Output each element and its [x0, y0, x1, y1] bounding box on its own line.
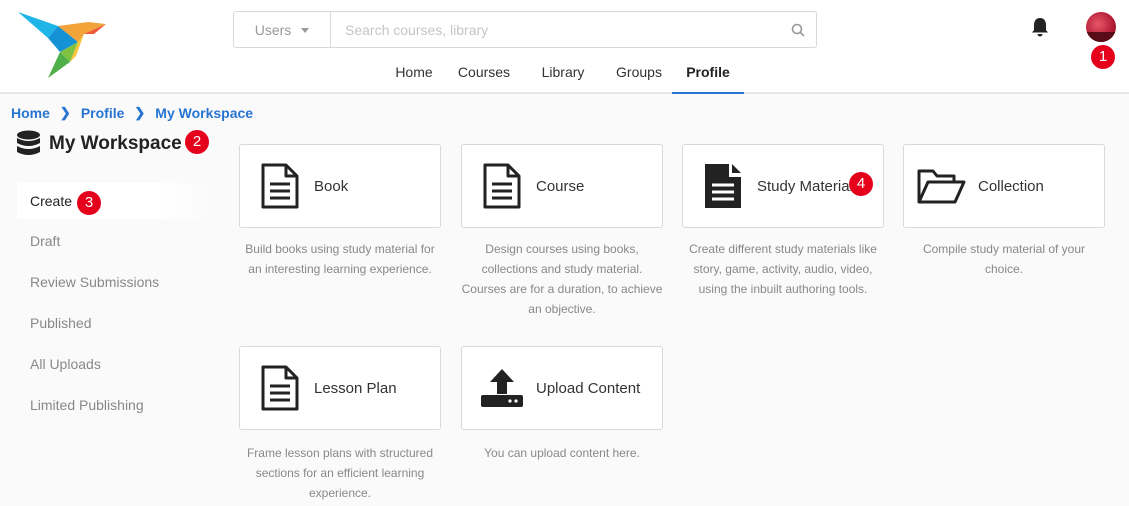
sidebar-item-all-uploads[interactable]: All Uploads	[17, 346, 215, 382]
folder-open-icon	[916, 162, 966, 210]
top-header: Users Home Courses Library Groups Profil…	[0, 0, 1129, 94]
card-course[interactable]: Course	[461, 144, 663, 228]
page-title: My Workspace	[49, 133, 182, 154]
sidebar-item-create[interactable]: Create	[17, 183, 215, 219]
card-description: Compile study material of your choice.	[922, 242, 1086, 276]
nav-library[interactable]: Library	[533, 52, 593, 94]
upload-icon	[480, 364, 524, 412]
card-description: Design courses using books, collections …	[461, 242, 663, 316]
card-collection[interactable]: Collection	[903, 144, 1105, 228]
card-lesson-plan[interactable]: Lesson Plan	[239, 346, 441, 430]
annotation-badge-1: 1	[1091, 45, 1115, 69]
bell-icon[interactable]	[1029, 16, 1051, 38]
nav-home[interactable]: Home	[386, 52, 442, 94]
document-filled-icon	[701, 162, 745, 210]
annotation-badge-4: 4	[849, 172, 873, 196]
nav-courses[interactable]: Courses	[452, 52, 516, 94]
card-description: Build books using study material for an …	[245, 242, 435, 276]
sidebar-item-limited-publishing[interactable]: Limited Publishing	[17, 387, 215, 423]
card-label: Lesson Plan	[314, 379, 397, 397]
search-bar: Users	[233, 11, 817, 48]
document-outline-icon	[258, 162, 302, 210]
card-description: You can upload content here.	[484, 446, 640, 460]
annotation-badge-3: 3	[77, 191, 101, 215]
document-outline-icon	[258, 364, 302, 412]
card-label: Study Material	[757, 177, 853, 195]
sidebar-item-review-submissions[interactable]: Review Submissions	[17, 264, 215, 300]
sidebar-item-draft[interactable]: Draft	[17, 223, 215, 259]
chevron-down-icon	[301, 28, 310, 33]
card-book[interactable]: Book	[239, 144, 441, 228]
card-label: Course	[536, 177, 585, 195]
annotation-badge-2: 2	[185, 130, 209, 154]
database-icon	[17, 130, 40, 155]
chevron-right-icon: ❯	[59, 105, 71, 120]
chevron-right-icon: ❯	[134, 105, 146, 120]
document-outline-icon	[480, 162, 524, 210]
card-description: Frame lesson plans with structured secti…	[246, 446, 434, 500]
breadcrumb-my-workspace[interactable]: My Workspace	[155, 105, 253, 121]
card-label: Upload Content	[536, 379, 641, 397]
breadcrumb-home[interactable]: Home	[11, 105, 50, 121]
search-scope-select[interactable]: Users	[234, 12, 331, 47]
card-label: Book	[314, 177, 349, 195]
card-label: Collection	[978, 177, 1044, 195]
breadcrumb-profile[interactable]: Profile	[81, 105, 125, 121]
search-input[interactable]	[331, 12, 780, 47]
nav-groups[interactable]: Groups	[608, 52, 670, 94]
search-scope-label: Users	[254, 21, 292, 38]
card-description: Create different study materials like st…	[689, 242, 877, 296]
sidebar-item-published[interactable]: Published	[17, 305, 215, 341]
user-avatar[interactable]	[1086, 12, 1116, 42]
workspace-title: My Workspace	[16, 130, 182, 158]
nav-profile[interactable]: Profile	[672, 52, 744, 94]
card-upload-content[interactable]: Upload Content	[461, 346, 663, 430]
breadcrumb: Home ❯ Profile ❯ My Workspace	[11, 105, 253, 121]
search-icon[interactable]	[780, 12, 816, 47]
logo-bird-icon[interactable]	[18, 12, 106, 78]
